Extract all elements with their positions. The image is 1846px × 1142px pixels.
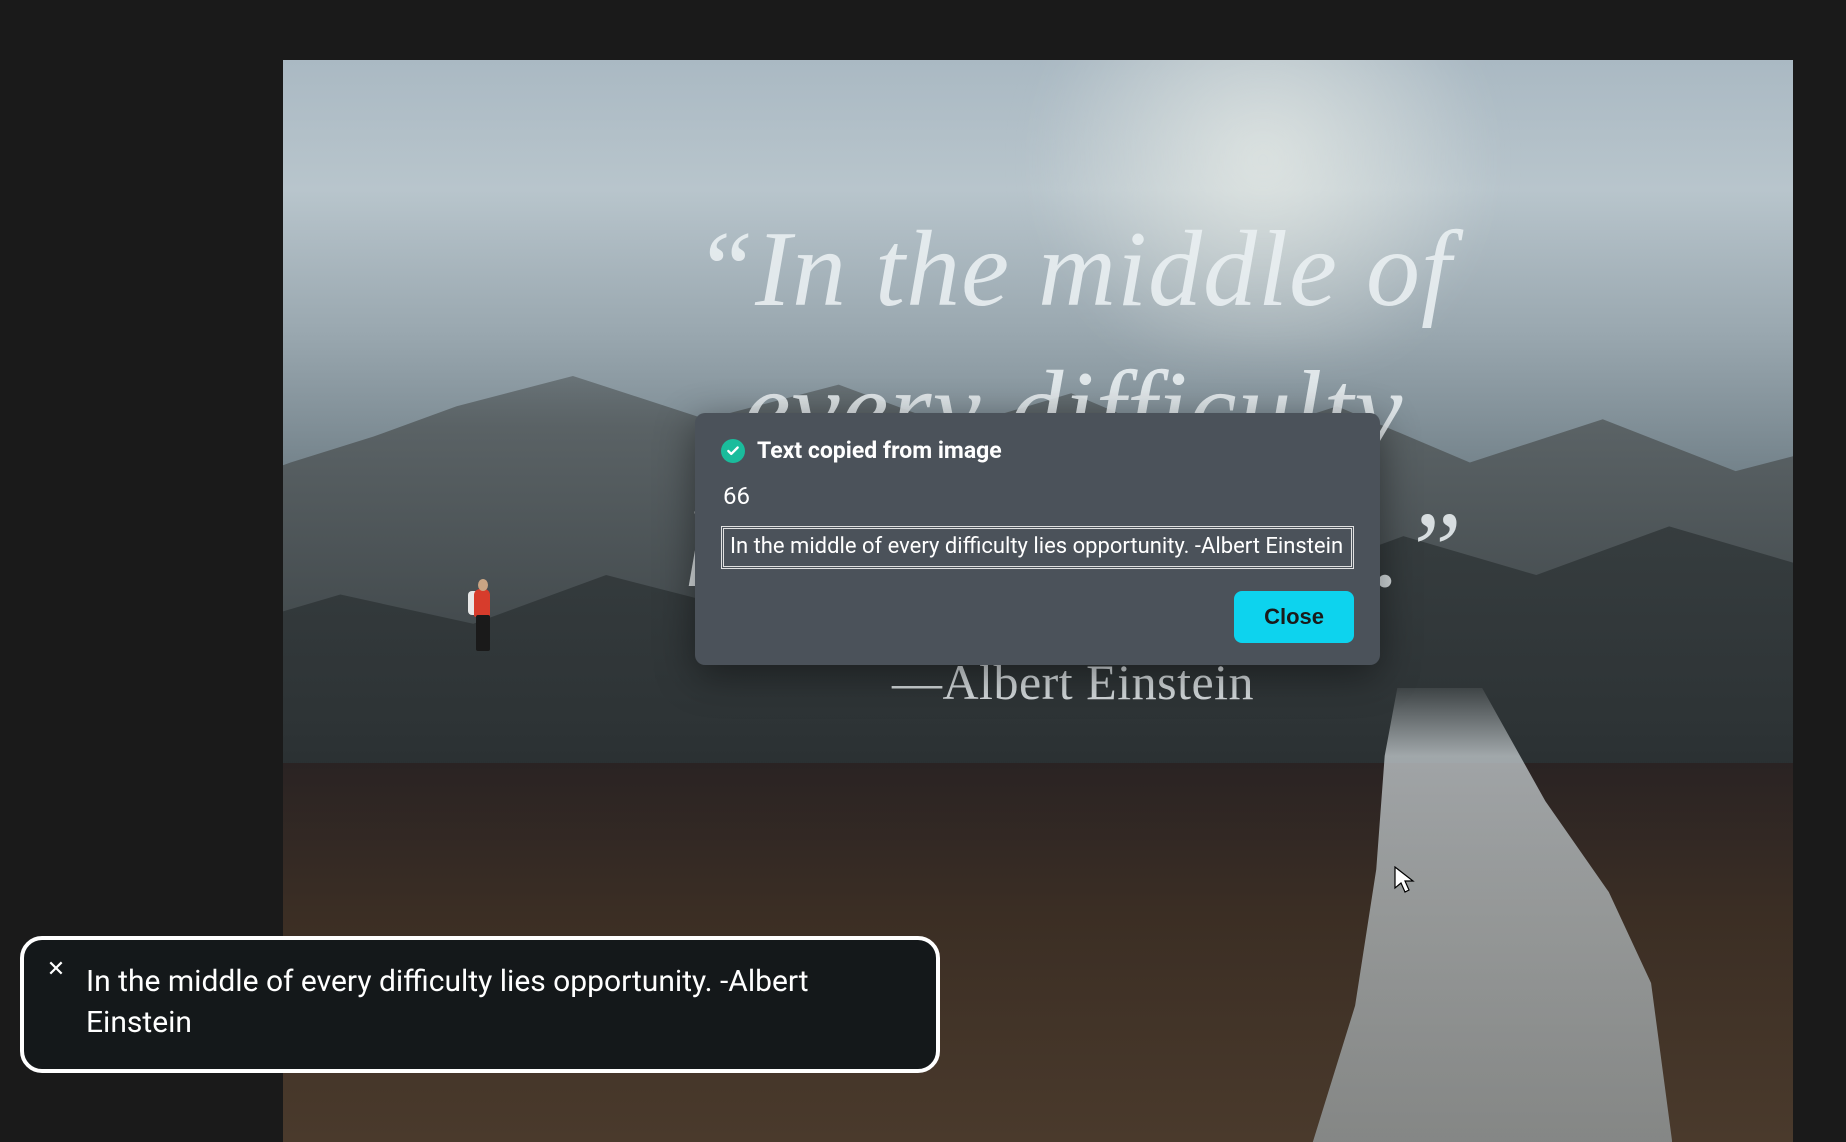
modal-text-line-1: 66	[723, 482, 1354, 510]
modal-header: Text copied from image	[721, 437, 1354, 464]
modal-actions: Close	[721, 591, 1354, 643]
close-icon[interactable]: ✕	[46, 960, 66, 980]
close-button[interactable]: Close	[1234, 591, 1354, 643]
modal-title: Text copied from image	[757, 437, 1002, 464]
check-icon	[721, 439, 745, 463]
text-copied-modal: Text copied from image 66 In the middle …	[695, 413, 1380, 665]
toast-text: In the middle of every difficulty lies o…	[86, 962, 906, 1043]
sky-glow	[963, 60, 1563, 360]
hiker-figure	[464, 569, 500, 657]
extracted-text-field[interactable]: In the middle of every difficulty lies o…	[721, 526, 1354, 569]
clipboard-toast: ✕ In the middle of every difficulty lies…	[20, 936, 940, 1073]
